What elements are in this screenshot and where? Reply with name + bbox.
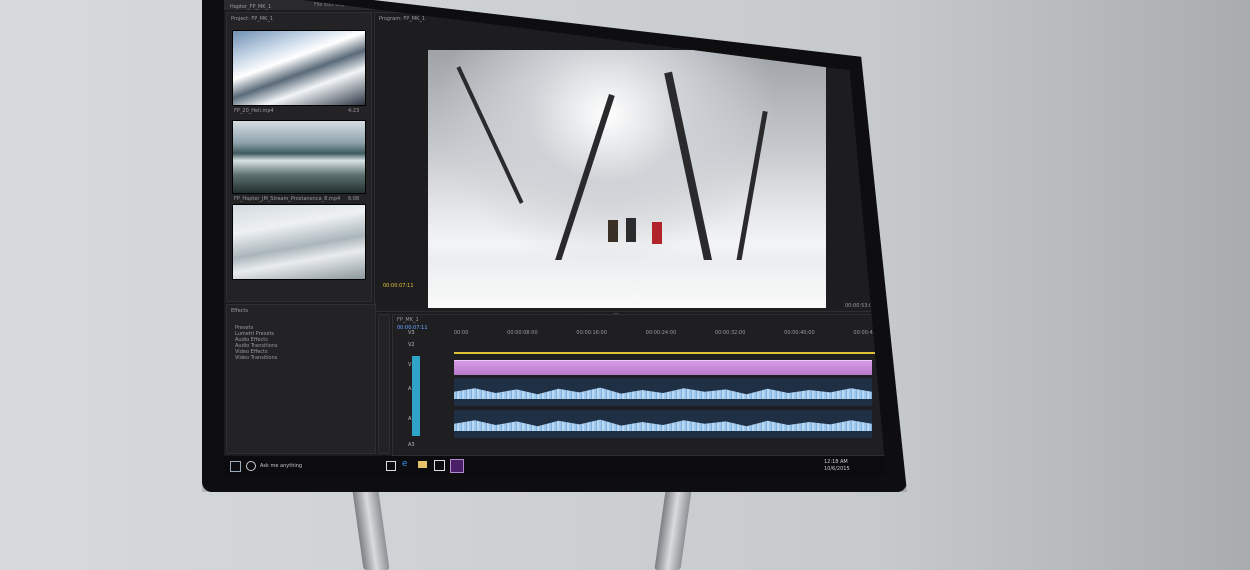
- audio-waveform: [454, 387, 872, 399]
- person-figure: [652, 222, 662, 244]
- audio-waveform: [454, 419, 872, 431]
- taskbar-date: 10/6/2015: [824, 466, 850, 472]
- track-label-a3[interactable]: A3: [408, 442, 415, 448]
- ruler-mark: 00:00:24:00: [645, 330, 677, 336]
- clip-thumbnail-1[interactable]: [232, 30, 366, 106]
- time-ruler[interactable]: 00:00 00:00:08:00 00:00:16:00 00:00:24:0…: [454, 330, 884, 352]
- ruler-mark: 00:00: [454, 330, 469, 336]
- ruler-mark: 00:00:16:00: [576, 330, 607, 336]
- tree-trunk: [733, 110, 768, 280]
- track-label-v3[interactable]: V3: [408, 330, 415, 336]
- taskbar: Ask me anything e 12:18 AM 10/6/2015: [224, 456, 886, 476]
- work-area-bar[interactable]: [454, 352, 884, 354]
- task-view-icon[interactable]: [386, 461, 396, 471]
- ruler-mark: 00:00:32:00: [714, 330, 746, 336]
- track-selection-highlight[interactable]: [412, 356, 420, 436]
- person-figure: [626, 218, 636, 242]
- tree-trunk: [456, 66, 524, 204]
- file-explorer-icon[interactable]: [418, 461, 427, 468]
- effects-item[interactable]: Video Transitions: [235, 355, 277, 361]
- snow-ground: [428, 260, 826, 308]
- audio-clip-a2[interactable]: [454, 410, 872, 438]
- windows-start-icon[interactable]: [230, 461, 241, 472]
- taskbar-time: 12:18 AM: [824, 459, 848, 465]
- clip-thumbnail-3[interactable]: [232, 204, 366, 280]
- window-title: Hapter_FP_MK_1: [230, 4, 272, 10]
- track-label-v2[interactable]: V2: [408, 342, 415, 348]
- program-timecode: 00:00:07:11: [383, 283, 414, 289]
- person-figure: [608, 220, 618, 242]
- video-clip[interactable]: [454, 360, 872, 375]
- timeline-tab[interactable]: FP_MK_1: [397, 317, 419, 323]
- audio-clip-a1[interactable]: [454, 378, 872, 406]
- clip-name-1: FP_20_Heli.mp4: [234, 108, 274, 114]
- premiere-pro-icon[interactable]: [450, 459, 464, 473]
- store-icon[interactable]: [434, 460, 445, 471]
- screen: Hapter_FP_MK_1 File Edit Clip Sequence M…: [224, 0, 886, 476]
- effects-panel: Effects Presets Lumetri Presets Audio Ef…: [226, 304, 376, 454]
- edge-icon[interactable]: e: [402, 460, 410, 469]
- program-monitor-tab[interactable]: Program: FP_MK_1: [379, 16, 425, 22]
- monitor-stand-right: [654, 490, 692, 570]
- clip-thumbnail-2[interactable]: [232, 120, 366, 194]
- tree-trunk: [547, 93, 615, 287]
- program-video-frame: [428, 50, 826, 308]
- ruler-mark: 00:00:40:00: [784, 330, 815, 336]
- ruler-mark: 00:00:08:00: [507, 330, 538, 336]
- project-panel-tab[interactable]: Project: FP_MK_1: [231, 16, 273, 22]
- tools-panel: [378, 314, 390, 454]
- cortana-icon[interactable]: [246, 461, 256, 471]
- effects-panel-tab[interactable]: Effects: [231, 308, 248, 314]
- clip-duration-1: 4:23: [348, 108, 360, 114]
- clip-name-2: FP_Hapter_JM_Stream_Prostanenca_8.mp4: [234, 196, 341, 202]
- taskbar-search[interactable]: Ask me anything: [260, 463, 302, 469]
- monitor-stand-left: [352, 490, 390, 570]
- clip-duration-2: 6:08: [348, 196, 360, 202]
